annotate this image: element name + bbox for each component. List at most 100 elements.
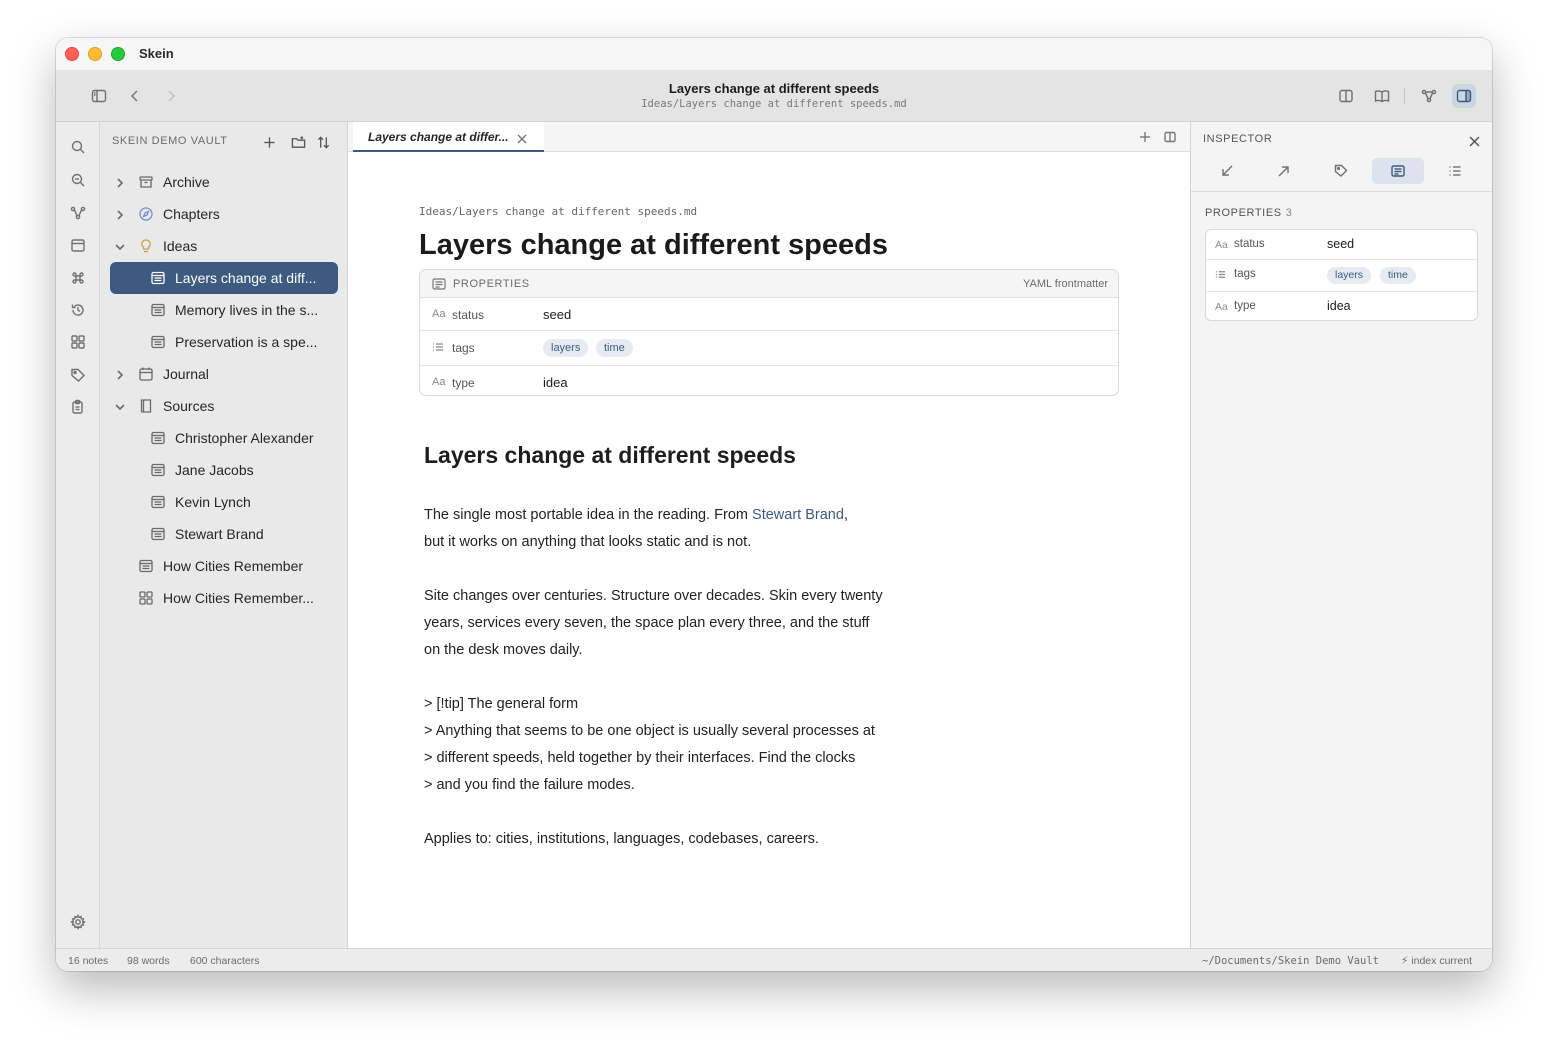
paragraph-line[interactable]: Site changes over centuries. Structure o… [424, 588, 883, 604]
tree-item-label: Archive [163, 174, 210, 190]
chevron-down-icon[interactable] [114, 240, 126, 252]
property-row-status[interactable]: Aa status seed [420, 298, 1118, 331]
tag-chip[interactable]: layers [543, 339, 589, 357]
inspector-property-status[interactable]: Aa status seed [1206, 230, 1477, 260]
rail-settings-button[interactable] [68, 912, 88, 932]
inspector-close-button[interactable] [1469, 134, 1481, 147]
tag-icon [1334, 164, 1348, 177]
zoom-search-icon [71, 173, 85, 187]
rail-find-replace-button[interactable] [68, 170, 88, 190]
note-item-memory-lives-in-the-s[interactable]: Memory lives in the s... [110, 294, 338, 326]
note-icon [150, 270, 166, 286]
plus-icon [1140, 132, 1150, 142]
rail-graph-button[interactable] [68, 203, 88, 223]
vault-path[interactable]: ~/Documents/Skein Demo Vault [1202, 955, 1379, 967]
search-icon [71, 140, 85, 154]
inspector-properties-table: Aa status seed tags layers time Aa type … [1205, 229, 1478, 321]
note-title[interactable]: Layers change at different speeds [419, 229, 888, 262]
paragraph-line[interactable]: The single most portable idea in the rea… [424, 507, 848, 523]
new-note-button[interactable] [259, 132, 279, 152]
property-value[interactable]: seed [1327, 237, 1354, 251]
note-item-christopher-alexander[interactable]: Christopher Alexander [110, 422, 338, 454]
chevron-right-icon[interactable] [114, 208, 126, 220]
paragraph-line[interactable]: Applies to: cities, institutions, langua… [424, 831, 819, 847]
properties-panel: PROPERTIES YAML frontmatter Aa status se… [419, 269, 1119, 396]
property-row-type[interactable]: Aa type idea [420, 366, 1118, 395]
paragraph-line[interactable]: but it works on anything that looks stat… [424, 534, 751, 550]
app-window: Skein Layers change at different speeds … [56, 38, 1492, 971]
property-value[interactable]: idea [1327, 299, 1351, 313]
inspector-property-type[interactable]: Aa type idea [1206, 292, 1477, 320]
reading-mode-button[interactable] [1370, 84, 1394, 108]
rail-search-button[interactable] [68, 137, 88, 157]
tag-chip[interactable]: layers [1327, 267, 1372, 284]
tag-chip[interactable]: time [596, 339, 633, 357]
property-value[interactable]: seed [543, 307, 571, 322]
minimize-window-button[interactable] [88, 47, 102, 61]
new-folder-button[interactable] [288, 132, 308, 152]
graph-view-button[interactable] [1417, 84, 1441, 108]
folder-item-journal[interactable]: Journal [110, 358, 338, 390]
body-heading[interactable]: Layers change at different speeds [424, 442, 796, 469]
rail-command-button[interactable] [68, 268, 88, 288]
chevron-right-icon[interactable] [114, 368, 126, 380]
callout-line[interactable]: > and you find the failure modes. [424, 777, 635, 793]
text-type-icon: Aa [432, 376, 446, 388]
text-run: , [843, 507, 848, 523]
tab-properties[interactable] [1372, 158, 1424, 184]
folder-item-sources[interactable]: Sources [110, 390, 338, 422]
paragraph-line[interactable]: years, services every seven, the space p… [424, 615, 869, 631]
note-item-jane-jacobs[interactable]: Jane Jacobs [110, 454, 338, 486]
folder-item-ideas[interactable]: Ideas [110, 230, 338, 262]
text-type-icon: Aa [1215, 301, 1228, 313]
tab-active-note[interactable]: Layers change at differ... [353, 122, 544, 152]
property-row-tags[interactable]: tags layers time [420, 331, 1118, 366]
wikilink-stewart-brand[interactable]: Stewart Brand [752, 507, 844, 523]
tab-close-button[interactable] [517, 131, 529, 144]
tab-backlinks[interactable] [1201, 158, 1253, 184]
folder-item-archive[interactable]: Archive [110, 166, 338, 198]
note-item-how-cities-remember[interactable]: How Cities Remember [110, 550, 338, 582]
split-view-button[interactable] [1334, 84, 1358, 108]
rail-clipboard-button[interactable] [68, 397, 88, 417]
callout-line[interactable]: > different speeds, held together by the… [424, 750, 855, 766]
chevron-down-icon[interactable] [114, 400, 126, 412]
toolbar: Layers change at different speeds Ideas/… [56, 70, 1492, 122]
tree-item-label: Preservation is a spe... [175, 334, 318, 350]
tag-chip[interactable]: time [1380, 267, 1416, 284]
tab-outgoing-links[interactable] [1258, 158, 1310, 184]
tab-outline[interactable] [1429, 158, 1481, 184]
tree-item-label: Layers change at diff... [175, 270, 317, 286]
tree-item-label: Journal [163, 366, 209, 382]
property-value[interactable]: idea [543, 375, 568, 390]
note-item-preservation-is-a-spe[interactable]: Preservation is a spe... [110, 326, 338, 358]
sort-button[interactable] [313, 132, 333, 152]
paragraph-line[interactable]: on the desk moves daily. [424, 642, 583, 658]
callout-line[interactable]: > Anything that seems to be one object i… [424, 723, 875, 739]
chevron-right-icon[interactable] [114, 176, 126, 188]
canvas-item-how-cities-remember[interactable]: How Cities Remember... [110, 582, 338, 614]
close-window-button[interactable] [65, 47, 79, 61]
bolt-icon: ⚡︎ [1401, 955, 1409, 967]
plus-icon [263, 136, 275, 148]
rail-tags-button[interactable] [68, 365, 88, 385]
property-key: type [1234, 300, 1256, 312]
note-item-layers-change-at-diff[interactable]: Layers change at diff... [110, 262, 338, 294]
inspector-property-tags[interactable]: tags layers time [1206, 260, 1477, 292]
note-item-kevin-lynch[interactable]: Kevin Lynch [110, 486, 338, 518]
split-pane-button[interactable] [1164, 130, 1178, 144]
rail-canvas-button[interactable] [68, 332, 88, 352]
new-tab-button[interactable] [1139, 130, 1153, 144]
zoom-window-button[interactable] [111, 47, 125, 61]
folder-item-chapters[interactable]: Chapters [110, 198, 338, 230]
index-status-label: index current [1411, 955, 1472, 967]
rail-history-button[interactable] [68, 300, 88, 320]
note-item-stewart-brand[interactable]: Stewart Brand [110, 518, 338, 550]
tab-tags[interactable] [1315, 158, 1367, 184]
note-icon [138, 558, 154, 574]
rail-calendar-button[interactable] [68, 235, 88, 255]
note-icon [150, 430, 166, 446]
properties-header[interactable]: PROPERTIES YAML frontmatter [420, 270, 1118, 298]
callout-line[interactable]: > [!tip] The general form [424, 696, 578, 712]
toggle-inspector-button[interactable] [1452, 84, 1476, 108]
